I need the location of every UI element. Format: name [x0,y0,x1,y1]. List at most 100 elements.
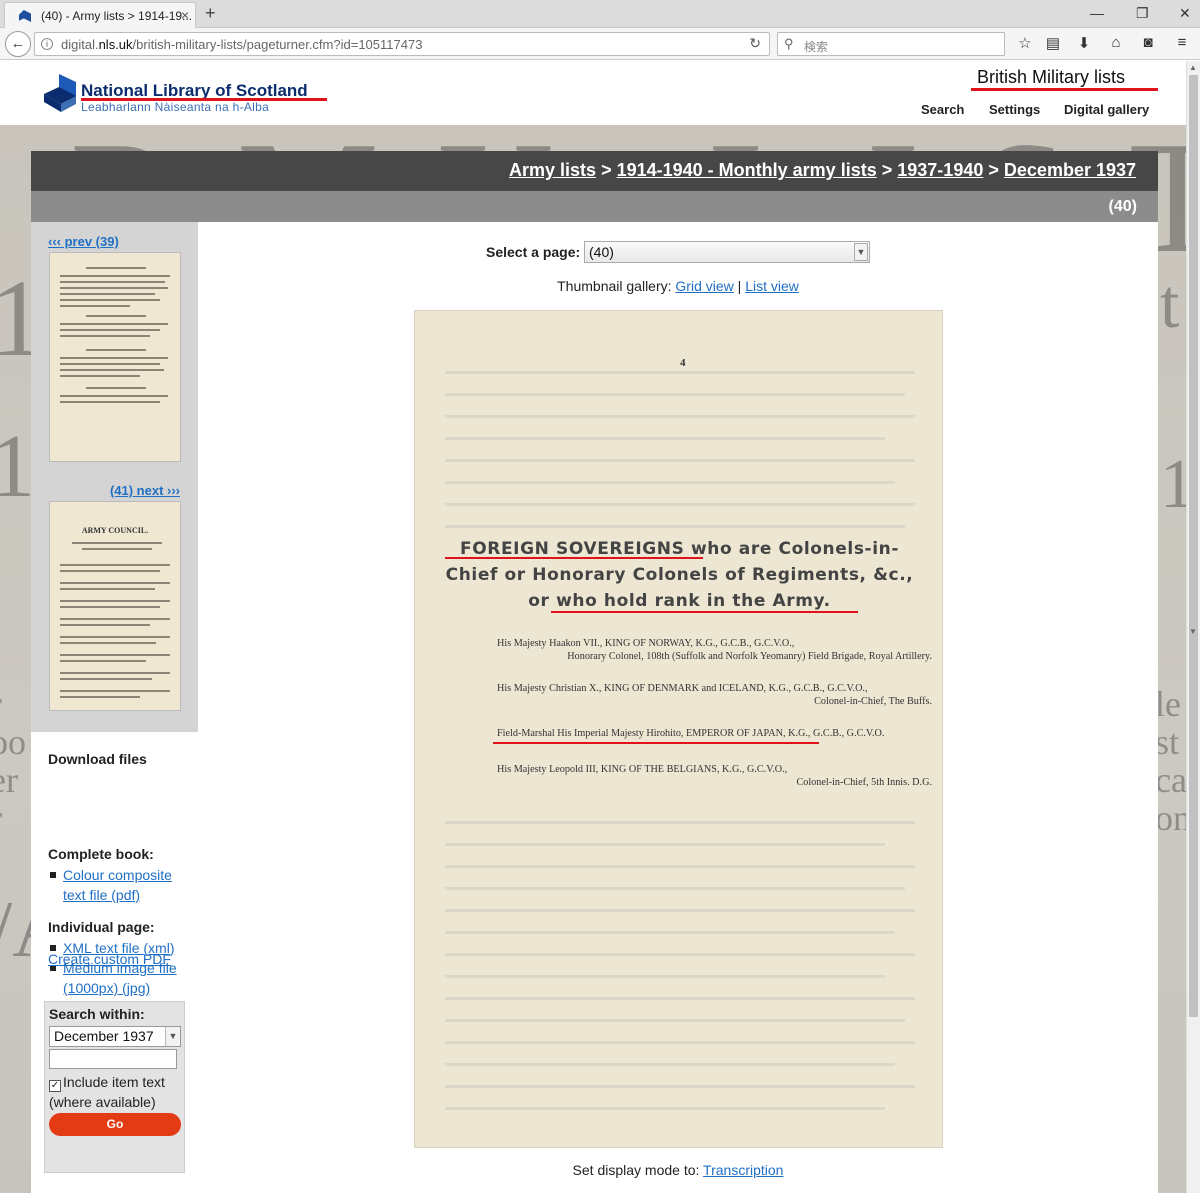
search-icon: ⚲ [784,36,794,51]
back-arrow-icon[interactable]: ← [5,31,31,57]
red-annotation-underline [445,557,703,559]
go-button[interactable]: Go [49,1113,181,1136]
tab-title: (40) - Army lists > 1914-19... [41,9,193,23]
red-annotation-underline [493,742,819,744]
scan-entry-line: His Majesty Leopold III, KING OF THE BEL… [497,764,788,775]
bookmark-star-icon[interactable]: ☆ [1015,34,1035,52]
web-page: National Library of Scotland Leabharlann… [0,61,1186,1193]
select-page-label: Select a page: [486,244,581,260]
new-tab-icon[interactable]: + [205,3,216,24]
restore-icon[interactable]: ❐ [1136,5,1149,22]
chevron-down-icon[interactable]: ▼ [165,1027,180,1046]
link-separator: | [737,278,742,294]
scan-entry: His Majesty Leopold III, KING OF THE BEL… [497,763,932,789]
nav-settings[interactable]: Settings [989,102,1040,117]
nls-logo-icon[interactable] [44,74,78,112]
breadcrumb-1937-1940[interactable]: 1937-1940 [897,160,983,180]
menu-icon[interactable]: ≡ [1172,34,1192,51]
scan-page-number: 4 [680,357,686,369]
browser-tab-strip: (40) - Army lists > 1914-19... × + — ❐ ✕ [0,0,1200,28]
scan-entry-line: His Majesty Christian X., KING OF DENMAR… [497,683,868,694]
scroll-down-icon[interactable]: ▼ [1189,627,1197,636]
browser-search-input[interactable]: ⚲ 検索 [777,32,1005,56]
download-pdf-label[interactable]: Colour composite text file (pdf) [63,865,183,905]
window-close-icon[interactable]: ✕ [1179,5,1191,22]
download-files-heading: Download files [48,751,147,767]
scan-entry: His Majesty Christian X., KING OF DENMAR… [497,682,932,708]
next-page-thumbnail[interactable]: ARMY COUNCIL. [49,501,181,711]
thumbnail-heading: ARMY COUNCIL. [81,526,149,535]
breadcrumb-separator: > [881,160,893,180]
red-annotation-underline [81,98,327,101]
scan-heading-line: Chief or Honorary Colonels of Regiments,… [445,565,914,585]
include-item-text-label: Include item text (where available) [49,1074,165,1110]
red-annotation-underline [971,88,1158,91]
select-page-dropdown[interactable]: (40) ▼ [584,241,870,263]
scan-entry-line: His Majesty Haakon VII., KING OF NORWAY,… [497,638,795,649]
include-item-text-option[interactable]: ✓ Include item text (where available) [49,1072,184,1112]
search-within-input[interactable] [49,1049,177,1069]
site-header: National Library of Scotland Leabharlann… [0,61,1186,125]
sidebar: ‹‹‹ prev (39) (41) next ››› ARMY COUNCIL… [31,222,198,1193]
scroll-up-icon[interactable]: ▲ [1189,63,1197,72]
site-name[interactable]: British Military lists [977,67,1125,88]
info-icon[interactable]: i [41,38,53,50]
individual-page-label: Individual page: [48,919,155,935]
home-icon[interactable]: ⌂ [1106,34,1126,51]
breadcrumb-separator: > [601,160,612,180]
close-tab-icon[interactable]: × [181,7,189,23]
logo-subtitle: Leabharlann Nàiseanta na h-Alba [81,100,270,114]
thumbnail-gallery-label: Thumbnail gallery: [557,278,672,294]
grid-view-link[interactable]: Grid view [675,278,733,294]
breadcrumb-december-1937[interactable]: December 1937 [1004,160,1136,180]
nav-search[interactable]: Search [921,102,964,117]
prev-page-link[interactable]: ‹‹‹ prev (39) [48,234,119,249]
search-scope-value: December 1937 [54,1028,154,1044]
display-mode-label: Set display mode to: [572,1162,700,1178]
reload-icon[interactable]: ↻ [749,35,761,52]
search-within-label: Search within: [49,1006,145,1022]
search-scope-select[interactable]: December 1937 ▼ [49,1026,181,1047]
list-view-link[interactable]: List view [745,278,799,294]
scan-entry-line: Colonel-in-Chief, The Buffs. [814,696,932,707]
red-annotation-underline [551,611,858,613]
nls-favicon-icon [19,10,31,22]
bullet [50,872,56,879]
breadcrumb: Army lists > 1914-1940 - Monthly army li… [31,151,1158,191]
breadcrumb-army-lists[interactable]: Army lists [509,160,596,180]
url-prefix: digital. [61,37,99,52]
search-within-panel: Search within: December 1937 ▼ ✓ Include … [44,1001,185,1173]
display-mode-line: Set display mode to: Transcription [198,1162,1158,1178]
download-icon[interactable]: ⬇ [1074,34,1094,52]
scan-entry: His Majesty Haakon VII., KING OF NORWAY,… [497,637,932,663]
minimize-icon[interactable]: — [1090,5,1104,21]
chevron-down-icon[interactable]: ▼ [854,243,868,261]
include-item-text-checkbox[interactable]: ✓ [49,1080,61,1092]
page-scan-image[interactable]: 4 FOREIGN SOVEREIGNS who are Colonels-in… [414,310,943,1148]
url-path: /british-military-lists/pageturner.cfm?i… [132,37,423,52]
pocket-icon[interactable]: ◙ [1138,34,1158,51]
url-bar[interactable]: i digital.nls.uk/british-military-lists/… [34,32,770,56]
download-pdf-link[interactable]: Colour composite text file (pdf) [48,865,183,905]
select-page-value: (40) [589,244,614,260]
thumbnail-gallery-links: Thumbnail gallery: Grid view | List view [198,278,1158,294]
scan-entry: Field-Marshal His Imperial Majesty Hiroh… [497,727,932,740]
reading-list-icon[interactable]: ▤ [1043,34,1063,52]
page-indicator-bar: (40) [31,191,1158,222]
next-page-link[interactable]: (41) next ››› [110,483,180,498]
create-custom-pdf-link[interactable]: Create custom PDF [48,951,171,967]
breadcrumb-1914-1940[interactable]: 1914-1940 - Monthly army lists [617,160,877,180]
scan-entry-line: Field-Marshal His Imperial Majesty Hiroh… [497,728,885,739]
page-scrollbar[interactable]: ▲ ▼ [1186,61,1200,1193]
breadcrumb-separator: > [988,160,999,180]
complete-book-label: Complete book: [48,846,154,862]
main-content: Select a page: (40) ▼ Thumbnail gallery:… [198,222,1158,1193]
browser-tab[interactable]: (40) - Army lists > 1914-19... × [4,2,196,28]
page-navigation-panel: ‹‹‹ prev (39) (41) next ››› ARMY COUNCIL… [31,222,198,732]
transcription-link[interactable]: Transcription [703,1162,783,1178]
scrollbar-thumb[interactable] [1189,75,1198,1017]
page-indicator: (40) [1108,198,1137,215]
nav-digital-gallery[interactable]: Digital gallery [1064,102,1149,117]
search-placeholder: 検索 [804,40,829,54]
prev-page-thumbnail[interactable] [49,252,181,462]
